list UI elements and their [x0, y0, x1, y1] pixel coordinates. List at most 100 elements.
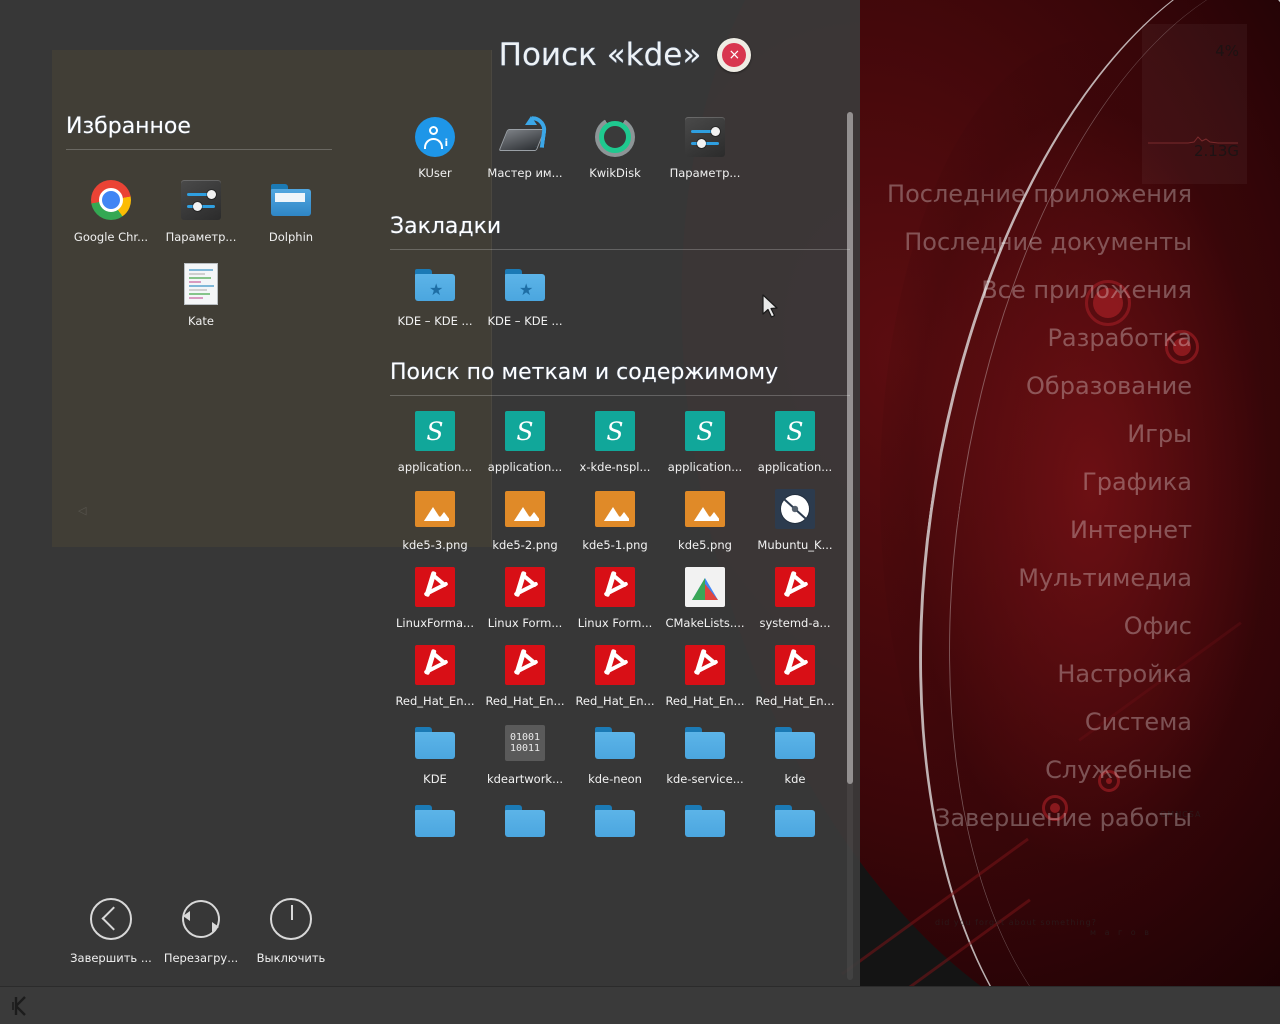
folder-icon	[269, 178, 313, 222]
favorite-item-chrome[interactable]: Google Chr...	[66, 170, 156, 254]
result-label: KwikDisk	[589, 166, 641, 180]
divider	[390, 249, 850, 250]
category-menu-item[interactable]: Служебные	[860, 746, 1220, 794]
result-item[interactable]: png kde5-3.png	[390, 480, 480, 558]
category-menu-item[interactable]: Интернет	[860, 506, 1220, 554]
result-label: application...	[488, 460, 562, 474]
png-icon: png	[413, 487, 457, 531]
result-label: LinuxForma...	[396, 616, 474, 630]
category-menu-item[interactable]: Настройка	[860, 650, 1220, 698]
favorite-item-kate[interactable]: Kate	[156, 254, 246, 338]
result-item[interactable]: LinuxForma...	[390, 558, 480, 636]
category-menu-item[interactable]: Завершение работы	[860, 794, 1220, 842]
restart-icon	[180, 898, 222, 940]
category-menu-item[interactable]: Последние документы	[860, 218, 1220, 266]
kde-menu-icon[interactable]	[8, 993, 34, 1019]
result-item[interactable]	[390, 792, 480, 856]
result-item-bookmark[interactable]: ★ KDE – KDE ...	[480, 256, 570, 334]
result-item[interactable]: Sapplication...	[480, 402, 570, 480]
category-menu-item[interactable]: Все приложения	[860, 266, 1220, 314]
sass-icon: S	[593, 409, 637, 453]
result-label: Red_Hat_En...	[665, 694, 744, 708]
result-item[interactable]: KDE	[390, 714, 480, 792]
result-label: x-kde-nspl...	[580, 460, 651, 474]
favorite-label: Kate	[188, 314, 214, 328]
result-item[interactable]: pngkde5.png	[660, 480, 750, 558]
result-label: Red_Hat_En...	[575, 694, 654, 708]
iso-icon	[773, 487, 817, 531]
divider	[66, 149, 332, 150]
category-menu-item[interactable]: Игры	[860, 410, 1220, 458]
category-menu-item[interactable]: Разработка	[860, 314, 1220, 362]
result-item[interactable]: Mubuntu_K...	[750, 480, 840, 558]
result-item[interactable]: Red_Hat_En...	[660, 636, 750, 714]
result-label: KUser	[418, 166, 451, 180]
result-item-bookmark[interactable]: ★ KDE – KDE ...	[390, 256, 480, 334]
result-item[interactable]	[660, 792, 750, 856]
result-item[interactable]: kde-neon	[570, 714, 660, 792]
result-item[interactable]: pngkde5-2.png	[480, 480, 570, 558]
result-item[interactable]: Linux Form...	[480, 558, 570, 636]
result-item[interactable]	[750, 792, 840, 856]
result-item[interactable]	[480, 792, 570, 856]
result-item[interactable]: Red_Hat_En...	[390, 636, 480, 714]
result-item[interactable]: Sapplication...	[390, 402, 480, 480]
shutdown-icon	[270, 898, 312, 940]
results-scrollbar[interactable]	[847, 112, 853, 980]
mouse-cursor	[762, 294, 780, 320]
sass-icon: S	[773, 409, 817, 453]
pdf-icon	[413, 565, 457, 609]
system-monitor-widget[interactable]: 4% 2.13G	[1142, 24, 1247, 184]
chrome-icon	[89, 178, 133, 222]
result-item[interactable]: Red_Hat_En...	[480, 636, 570, 714]
result-item[interactable]	[570, 792, 660, 856]
bookmarks-heading-block: Закладки	[390, 214, 850, 250]
logout-button[interactable]: Завершить ...	[66, 898, 156, 965]
result-label: Linux Form...	[578, 616, 653, 630]
category-menu-item[interactable]: Система	[860, 698, 1220, 746]
result-label: Мастер им...	[487, 166, 562, 180]
favorite-item-settings[interactable]: Параметр...	[156, 170, 246, 254]
favorite-item-dolphin[interactable]: Dolphin	[246, 170, 336, 254]
category-menu-item[interactable]: Графика	[860, 458, 1220, 506]
result-item-settings[interactable]: Параметр...	[660, 108, 750, 186]
png-icon: png	[593, 487, 637, 531]
scrollbar-thumb[interactable]	[847, 112, 853, 784]
logout-label: Завершить ...	[70, 951, 152, 965]
result-item-kwikdisk[interactable]: KwikDisk	[570, 108, 660, 186]
kwikdisk-icon	[593, 115, 637, 159]
result-item[interactable]: Red_Hat_En...	[750, 636, 840, 714]
result-label: kde5-3.png	[402, 538, 467, 552]
category-menu-item[interactable]: Образование	[860, 362, 1220, 410]
result-item[interactable]: 0100110011kdeartwork...	[480, 714, 570, 792]
result-item[interactable]: CMakeLists....	[660, 558, 750, 636]
result-item-import-wizard[interactable]: Мастер им...	[480, 108, 570, 186]
shutdown-button[interactable]: Выключить	[246, 898, 336, 965]
restart-button[interactable]: Перезагру...	[156, 898, 246, 965]
result-item[interactable]: pngkde5-1.png	[570, 480, 660, 558]
search-title-row: Поиск «kde» ×	[390, 30, 860, 80]
result-item[interactable]: Linux Form...	[570, 558, 660, 636]
folder-icon	[413, 799, 457, 843]
close-icon: ×	[722, 43, 746, 67]
folder-icon	[503, 799, 547, 843]
close-button[interactable]: ×	[717, 38, 751, 72]
result-item[interactable]: Red_Hat_En...	[570, 636, 660, 714]
result-item[interactable]: kde	[750, 714, 840, 792]
shutdown-label: Выключить	[257, 951, 326, 965]
pdf-icon	[503, 643, 547, 687]
category-menu-item[interactable]: Мультимедиа	[860, 554, 1220, 602]
result-item[interactable]: kde-service...	[660, 714, 750, 792]
result-item[interactable]: Sx-kde-nspl...	[570, 402, 660, 480]
bookmark-folder-icon: ★	[503, 263, 547, 307]
result-item-kuser[interactable]: i KUser	[390, 108, 480, 186]
result-item[interactable]: Sapplication...	[750, 402, 840, 480]
folder-icon	[593, 721, 637, 765]
sass-icon: S	[503, 409, 547, 453]
result-item[interactable]: Sapplication...	[660, 402, 750, 480]
search-results-area: i KUser Мастер им... KwikDisk Параметр..…	[390, 108, 850, 988]
result-label: Red_Hat_En...	[395, 694, 474, 708]
result-label: Mubuntu_K...	[757, 538, 832, 552]
result-item[interactable]: systemd-a...	[750, 558, 840, 636]
category-menu-item[interactable]: Офис	[860, 602, 1220, 650]
